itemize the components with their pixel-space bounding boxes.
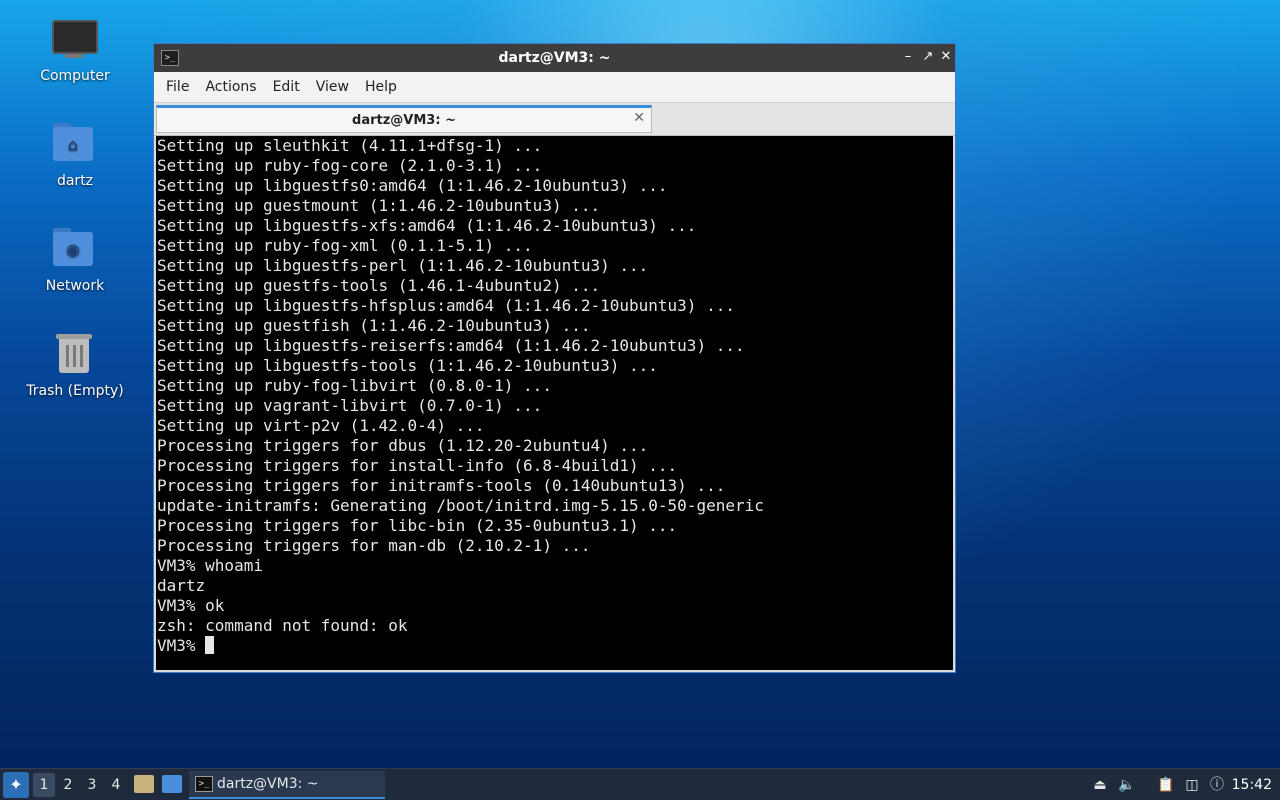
terminal-line: dartz — [157, 576, 206, 595]
terminal-line: Setting up libguestfs-hfsplus:amd64 (1:1… — [157, 296, 735, 315]
desktop-icon-label: dartz — [56, 173, 94, 189]
workspace-1[interactable]: 1 — [33, 773, 55, 797]
window-titlebar[interactable]: >_ dartz@VM3: ~ – ↗ ✕ — [154, 44, 955, 72]
desktop-icon-label: Network — [45, 278, 105, 294]
terminal-line: Setting up sleuthkit (4.11.1+dfsg-1) ... — [157, 136, 543, 155]
clock[interactable]: 15:42 — [1232, 774, 1272, 796]
terminal-line: zsh: command not found: ok — [157, 616, 408, 635]
menu-actions[interactable]: Actions — [197, 79, 264, 95]
desktop-icon-label: Trash (Empty) — [26, 383, 124, 399]
desktop-icon-network[interactable]: ◉ Network — [20, 226, 130, 294]
file-manager-icon[interactable] — [134, 775, 154, 793]
desktop-icon-trash[interactable]: Trash (Empty) — [20, 331, 130, 399]
terminal-line: Setting up libguestfs0:amd64 (1:1.46.2-1… — [157, 176, 668, 195]
terminal-line: Setting up libguestfs-perl (1:1.46.2-10u… — [157, 256, 649, 275]
terminal-window[interactable]: >_ dartz@VM3: ~ – ↗ ✕ File Actions Edit … — [153, 43, 956, 673]
terminal-line: VM3% ok — [157, 596, 225, 615]
taskbar: ✦ 1 2 3 4 >_ dartz@VM3: ~ ⏏ 🔈 📋 ◫ ⓘ 15:4… — [0, 768, 1280, 800]
terminal-line: Setting up libguestfs-reiserfs:amd64 (1:… — [157, 336, 745, 355]
text-cursor — [205, 636, 215, 654]
terminal-line: Setting up libguestfs-tools (1:1.46.2-10… — [157, 356, 658, 375]
tab-title: dartz@VM3: ~ — [352, 113, 456, 128]
terminal-line: Setting up guestfs-tools (1.46.1-4ubuntu… — [157, 276, 601, 295]
menu-file[interactable]: File — [158, 79, 197, 95]
terminal-line: Setting up guestmount (1:1.46.2-10ubuntu… — [157, 196, 601, 215]
terminal-line: Setting up ruby-fog-xml (0.1.1-5.1) ... — [157, 236, 533, 255]
tab-close-icon[interactable]: ✕ — [633, 110, 645, 126]
volume-icon[interactable]: 🔈 — [1116, 774, 1138, 796]
terminal-line: Setting up virt-p2v (1.42.0-4) ... — [157, 416, 485, 435]
terminal-prompt: VM3% — [157, 636, 206, 655]
tab-bar: dartz@VM3: ~ ✕ — [154, 103, 955, 136]
window-title: dartz@VM3: ~ — [498, 50, 611, 66]
whisker-menu-button[interactable]: ✦ — [3, 772, 29, 798]
workspace-3[interactable]: 3 — [81, 773, 103, 797]
desktop-icon-computer[interactable]: Computer — [20, 16, 130, 84]
terminal-line: Setting up ruby-fog-core (2.1.0-3.1) ... — [157, 156, 543, 175]
show-desktop-icon[interactable] — [162, 775, 182, 793]
terminal-task-icon: >_ — [195, 776, 213, 792]
workspace-4[interactable]: 4 — [105, 773, 127, 797]
taskbar-task-terminal[interactable]: >_ dartz@VM3: ~ — [189, 771, 385, 799]
network-folder-icon: ◉ — [51, 226, 99, 274]
terminal-line: update-initramfs: Generating /boot/initr… — [157, 496, 764, 515]
terminal-line: Setting up vagrant-libvirt (0.7.0-1) ... — [157, 396, 543, 415]
update-notifier-icon[interactable]: ⓘ — [1207, 774, 1227, 796]
terminal-line: Setting up libguestfs-xfs:amd64 (1:1.46.… — [157, 216, 697, 235]
workspace-2[interactable]: 2 — [57, 773, 79, 797]
terminal-tab[interactable]: dartz@VM3: ~ ✕ — [156, 105, 652, 133]
terminal-output[interactable]: Setting up sleuthkit (4.11.1+dfsg-1) ...… — [156, 136, 953, 670]
menu-view[interactable]: View — [308, 79, 357, 95]
terminal-line: Processing triggers for man-db (2.10.2-1… — [157, 536, 591, 555]
terminal-line: Setting up guestfish (1:1.46.2-10ubuntu3… — [157, 316, 591, 335]
close-button[interactable]: ✕ — [937, 48, 955, 66]
clipboard-icon[interactable]: 📋 — [1156, 774, 1176, 796]
desktop-icon-label: Computer — [40, 68, 110, 84]
computer-icon — [51, 16, 99, 64]
minimize-button[interactable]: – — [899, 48, 917, 66]
task-label: dartz@VM3: ~ — [217, 776, 319, 792]
terminal-line: Processing triggers for dbus (1.12.20-2u… — [157, 436, 649, 455]
terminal-line: Processing triggers for install-info (6.… — [157, 456, 678, 475]
terminal-line: Processing triggers for libc-bin (2.35-0… — [157, 516, 678, 535]
terminal-line: Processing triggers for initramfs-tools … — [157, 476, 726, 495]
home-folder-icon: ⌂ — [51, 121, 99, 169]
terminal-prompt-line[interactable]: VM3% — [157, 636, 953, 656]
desktop-icon-home[interactable]: ⌂ dartz — [20, 121, 130, 189]
menu-bar: File Actions Edit View Help — [154, 72, 955, 103]
menu-edit[interactable]: Edit — [265, 79, 308, 95]
menu-help[interactable]: Help — [357, 79, 405, 95]
trash-icon — [51, 331, 99, 379]
terminal-line: Setting up ruby-fog-libvirt (0.8.0-1) ..… — [157, 376, 552, 395]
maximize-button[interactable]: ↗ — [919, 48, 937, 66]
network-status-icon[interactable]: ◫ — [1181, 774, 1203, 796]
terminal-line: VM3% whoami — [157, 556, 263, 575]
eject-icon[interactable]: ⏏ — [1090, 774, 1110, 796]
